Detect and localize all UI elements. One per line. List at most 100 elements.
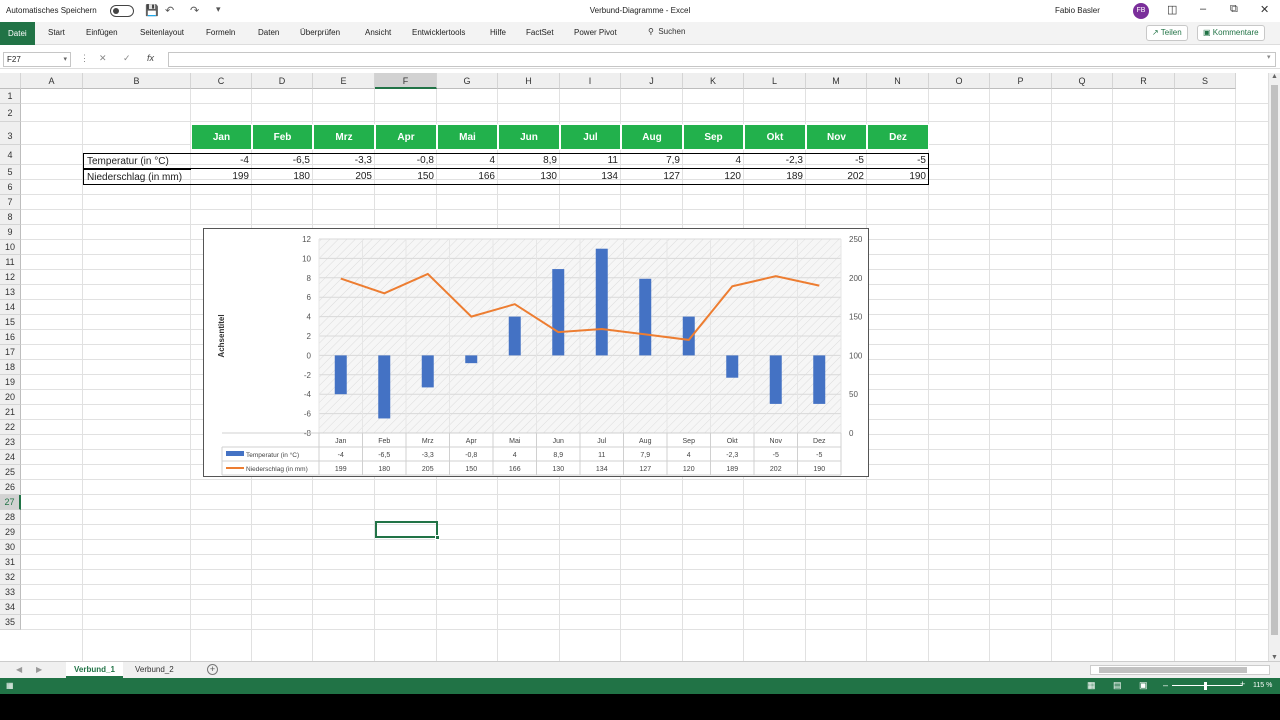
ribbon-display-icon[interactable]: ◫	[1167, 3, 1177, 16]
row-header-13[interactable]: 13	[0, 285, 21, 300]
tab-hilfe[interactable]: Hilfe	[490, 28, 506, 37]
column-header-k[interactable]: K	[683, 73, 744, 89]
row-header-30[interactable]: 30	[0, 540, 21, 555]
row-header-32[interactable]: 32	[0, 570, 21, 585]
column-header-h[interactable]: H	[498, 73, 560, 89]
tab-ansicht[interactable]: Ansicht	[365, 28, 391, 37]
combo-chart[interactable]: -8-6-4-2024681012 050100150200250 Achsen…	[203, 228, 869, 477]
bar-dez[interactable]	[813, 355, 826, 404]
column-header-d[interactable]: D	[252, 73, 313, 89]
temp-value-cell[interactable]: -0,8	[375, 153, 437, 169]
bar-mai[interactable]	[508, 316, 521, 356]
zoom-level[interactable]: 115 %	[1253, 682, 1272, 689]
tab-ueberpruefen[interactable]: Überprüfen	[300, 28, 340, 37]
formula-input[interactable]	[168, 52, 1276, 67]
row-header-1[interactable]: 1	[0, 89, 21, 104]
tab-seitenlayout[interactable]: Seitenlayout	[140, 28, 184, 37]
bar-mrz[interactable]	[421, 355, 434, 388]
tab-einfuegen[interactable]: Einfügen	[86, 28, 118, 37]
precip-value-cell[interactable]: 127	[621, 169, 683, 185]
bar-jan[interactable]	[334, 355, 347, 395]
scroll-thumb[interactable]	[1271, 85, 1278, 635]
bar-okt[interactable]	[726, 355, 739, 378]
row-header-6[interactable]: 6	[0, 180, 21, 195]
y-axis-title[interactable]: Achsentitel	[217, 314, 226, 357]
precip-value-cell[interactable]: 199	[191, 169, 252, 185]
row-header-5[interactable]: 5	[0, 165, 21, 180]
bar-apr[interactable]	[465, 355, 478, 364]
vertical-scrollbar[interactable]: ▲ ▼	[1268, 73, 1280, 661]
temp-value-cell[interactable]: -6,5	[252, 153, 313, 169]
row-header-28[interactable]: 28	[0, 510, 21, 525]
minimize-icon[interactable]: –	[1200, 3, 1206, 15]
precip-value-cell[interactable]: 189	[744, 169, 806, 185]
page-layout-view-icon[interactable]: ▤	[1113, 680, 1122, 691]
column-header-s[interactable]: S	[1175, 73, 1236, 89]
normal-view-icon[interactable]: ▦	[1087, 680, 1096, 691]
hscroll-thumb[interactable]	[1099, 667, 1247, 673]
undo-icon[interactable]: ↶	[165, 4, 174, 17]
temp-row-label[interactable]: Temperatur (in °C)	[83, 153, 191, 169]
month-header[interactable]: Jun	[498, 124, 560, 150]
tab-factset[interactable]: FactSet	[526, 28, 554, 37]
search-box[interactable]: ⚲ Suchen	[648, 27, 685, 36]
month-header[interactable]: Feb	[252, 124, 313, 150]
row-header-9[interactable]: 9	[0, 225, 21, 240]
row-header-17[interactable]: 17	[0, 345, 21, 360]
month-header[interactable]: Jul	[560, 124, 621, 150]
bar-jun[interactable]	[552, 269, 565, 356]
precip-value-cell[interactable]: 134	[560, 169, 621, 185]
select-all-corner[interactable]	[0, 73, 21, 89]
zoom-slider-thumb[interactable]	[1204, 682, 1207, 690]
month-header[interactable]: Okt	[744, 124, 806, 150]
row-header-7[interactable]: 7	[0, 195, 21, 210]
column-header-o[interactable]: O	[929, 73, 990, 89]
month-header[interactable]: Nov	[806, 124, 867, 150]
horizontal-scrollbar[interactable]	[1090, 665, 1270, 675]
precip-value-cell[interactable]: 202	[806, 169, 867, 185]
temp-value-cell[interactable]: -5	[806, 153, 867, 169]
row-header-35[interactable]: 35	[0, 615, 21, 630]
row-header-11[interactable]: 11	[0, 255, 21, 270]
row-header-34[interactable]: 34	[0, 600, 21, 615]
month-header[interactable]: Dez	[867, 124, 929, 150]
temp-value-cell[interactable]: 4	[683, 153, 744, 169]
sheet-tab-verbund-2[interactable]: Verbund_2	[127, 662, 182, 678]
zoom-in-icon[interactable]: +	[1240, 679, 1245, 689]
row-header-15[interactable]: 15	[0, 315, 21, 330]
month-header[interactable]: Mrz	[313, 124, 375, 150]
column-header-n[interactable]: N	[867, 73, 929, 89]
row-header-3[interactable]: 3	[0, 122, 21, 145]
month-header[interactable]: Apr	[375, 124, 437, 150]
selected-cell[interactable]	[375, 521, 440, 540]
zoom-slider[interactable]	[1172, 685, 1242, 686]
row-header-26[interactable]: 26	[0, 480, 21, 495]
add-sheet-icon[interactable]: +	[207, 664, 218, 675]
restore-icon[interactable]: ⧉	[1230, 3, 1238, 16]
column-header-p[interactable]: P	[990, 73, 1052, 89]
temp-value-cell[interactable]: 8,9	[498, 153, 560, 169]
column-header-q[interactable]: Q	[1052, 73, 1113, 89]
row-header-19[interactable]: 19	[0, 375, 21, 390]
insert-function-icon[interactable]: fx	[147, 53, 154, 63]
month-header[interactable]: Jan	[191, 124, 252, 150]
user-name[interactable]: Fabio Basler	[1055, 6, 1100, 15]
row-header-2[interactable]: 2	[0, 104, 21, 122]
precip-value-cell[interactable]: 150	[375, 169, 437, 185]
row-header-12[interactable]: 12	[0, 270, 21, 285]
row-header-18[interactable]: 18	[0, 360, 21, 375]
row-header-29[interactable]: 29	[0, 525, 21, 540]
temp-value-cell[interactable]: -5	[867, 153, 929, 169]
column-header-j[interactable]: J	[621, 73, 683, 89]
sheet-tab-verbund-1[interactable]: Verbund_1	[66, 662, 123, 678]
confirm-icon[interactable]: ✓	[123, 53, 131, 64]
temp-value-cell[interactable]: -3,3	[313, 153, 375, 169]
temp-value-cell[interactable]: 11	[560, 153, 621, 169]
close-icon[interactable]: ✕	[1260, 3, 1269, 16]
tab-datei[interactable]: Datei	[0, 22, 35, 45]
row-header-20[interactable]: 20	[0, 390, 21, 405]
column-header-l[interactable]: L	[744, 73, 806, 89]
bar-jul[interactable]	[595, 248, 608, 356]
macro-record-icon[interactable]: ▦	[6, 681, 14, 690]
save-icon[interactable]: 💾	[145, 4, 159, 17]
